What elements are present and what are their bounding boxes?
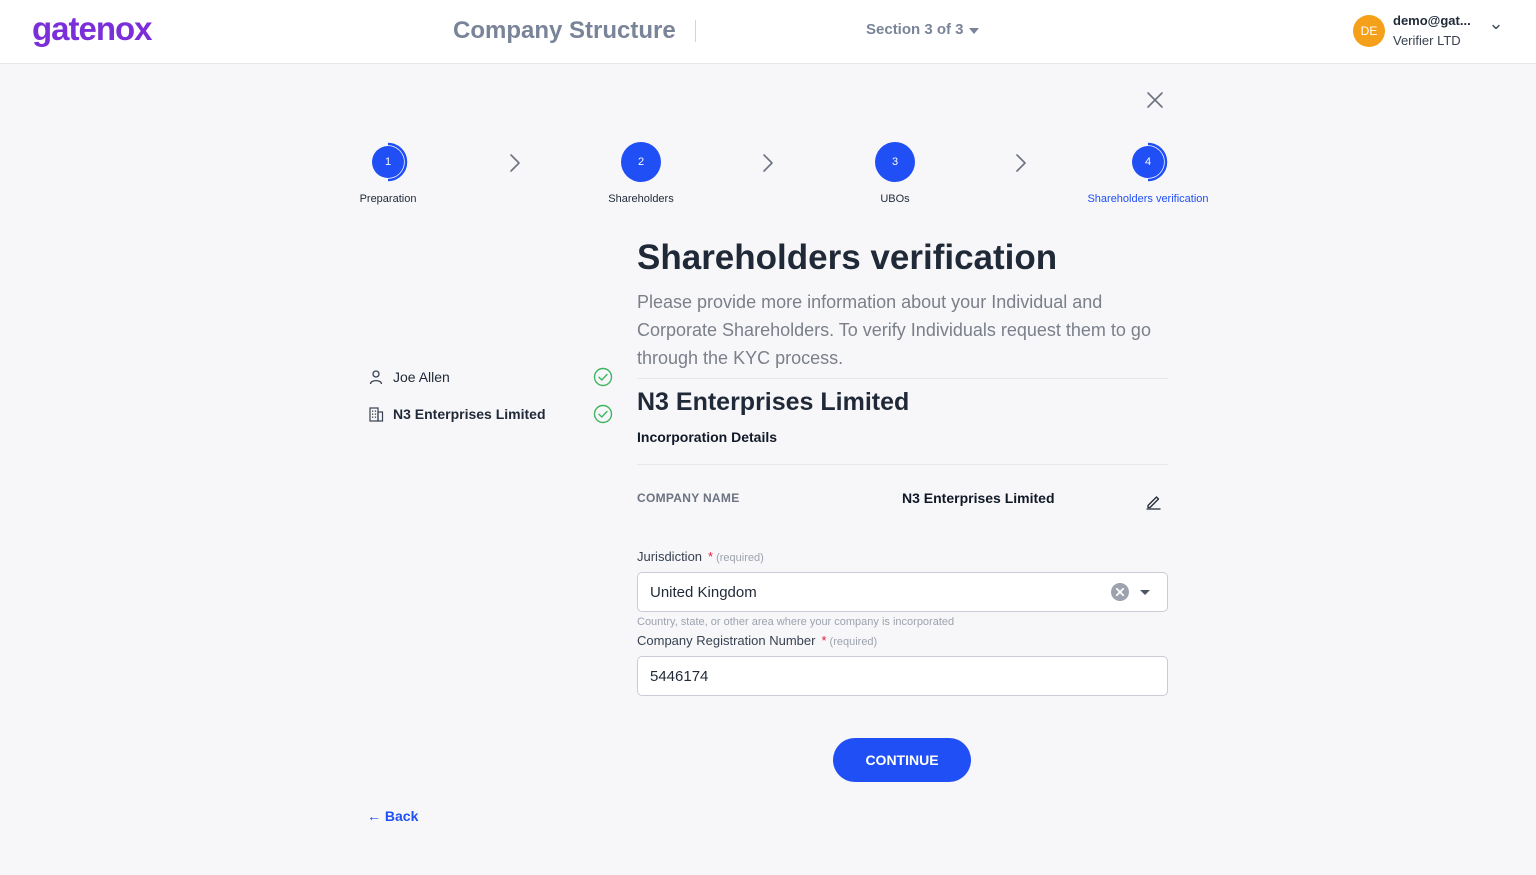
incorporation-details-heading: Incorporation Details — [637, 429, 778, 445]
registration-number-input[interactable]: 5446174 — [637, 656, 1168, 696]
person-icon — [369, 370, 383, 385]
registration-label-text: Company Registration Number — [637, 633, 816, 648]
dropdown-caret-icon[interactable] — [1140, 589, 1150, 595]
chevron-right-icon — [1016, 154, 1026, 172]
page-description: Please provide more information about yo… — [637, 292, 1151, 368]
user-menu[interactable]: DE demo@gat... Verifier LTD — [1353, 13, 1513, 51]
step-indicator: 2 — [621, 142, 661, 182]
avatar: DE — [1353, 15, 1385, 47]
check-circle-icon — [593, 404, 613, 424]
user-organization: Verifier LTD — [1393, 33, 1461, 48]
section-dropdown-label: Section 3 of 3 — [866, 21, 964, 38]
jurisdiction-label: Jurisdiction * (required) — [637, 549, 764, 564]
sidebar-item-joe-allen[interactable]: Joe Allen — [368, 365, 613, 389]
required-asterisk: * — [708, 549, 714, 564]
step-number: 3 — [875, 142, 915, 182]
progress-ring-icon — [1147, 142, 1168, 182]
step-label: UBOs — [880, 193, 910, 205]
check-circle-icon — [593, 367, 613, 387]
jurisdiction-label-text: Jurisdiction — [637, 549, 703, 564]
step-label: Shareholders — [608, 193, 674, 205]
sidebar-item-label: N3 Enterprises Limited — [393, 406, 546, 422]
section-dropdown[interactable]: Section 3 of 3 — [866, 21, 979, 38]
step-indicator: 3 — [875, 142, 915, 182]
step-indicator: 1 — [368, 142, 408, 182]
company-heading: N3 Enterprises Limited — [637, 388, 910, 416]
top-bar: gatenox Company Structure Section 3 of 3… — [0, 0, 1536, 64]
divider — [637, 378, 1168, 379]
required-asterisk: * — [821, 633, 827, 648]
gatenox-logo[interactable]: gatenox — [32, 10, 153, 48]
sidebar-item-n3-enterprises[interactable]: N3 Enterprises Limited — [368, 402, 613, 426]
jurisdiction-select[interactable]: United Kingdom — [637, 572, 1168, 612]
header-divider — [695, 20, 696, 42]
step-indicator: 4 — [1128, 142, 1168, 182]
step-ubos[interactable]: 3 UBOs — [815, 142, 975, 205]
chevron-down-icon — [1492, 24, 1500, 30]
registration-number-label: Company Registration Number * (required) — [637, 633, 877, 648]
step-shareholders-verification[interactable]: 4 Shareholders verification — [1068, 142, 1228, 205]
step-shareholders[interactable]: 2 Shareholders — [561, 142, 721, 205]
required-hint: (required) — [716, 552, 764, 564]
close-icon[interactable] — [1145, 90, 1165, 110]
user-email: demo@gat... — [1393, 13, 1471, 28]
caret-down-icon — [968, 27, 979, 34]
jurisdiction-value: United Kingdom — [650, 583, 757, 601]
company-name-value: N3 Enterprises Limited — [902, 490, 1055, 506]
step-preparation[interactable]: 1 Preparation — [308, 142, 468, 205]
clear-icon[interactable] — [1110, 582, 1130, 602]
continue-button[interactable]: CONTINUE — [833, 738, 971, 782]
registration-number-value: 5446174 — [650, 667, 709, 685]
step-label: Preparation — [359, 193, 417, 205]
required-hint: (required) — [829, 636, 878, 648]
building-icon — [369, 407, 384, 422]
page-title: Shareholders verification — [637, 238, 1058, 277]
sidebar-item-label: Joe Allen — [393, 369, 450, 385]
back-link[interactable]: ← Back — [367, 808, 418, 824]
divider — [637, 464, 1168, 465]
pencil-edit-icon[interactable] — [1145, 493, 1162, 510]
company-name-label: COMPANY NAME — [637, 491, 740, 505]
page-header-title: Company Structure — [453, 17, 676, 44]
step-label: Shareholders verification — [1087, 193, 1209, 205]
jurisdiction-helper-text: Country, state, or other area where your… — [637, 616, 955, 628]
progress-ring-icon — [387, 142, 408, 182]
chevron-right-icon — [763, 154, 773, 172]
step-number: 2 — [621, 142, 661, 182]
chevron-right-icon — [510, 154, 520, 172]
